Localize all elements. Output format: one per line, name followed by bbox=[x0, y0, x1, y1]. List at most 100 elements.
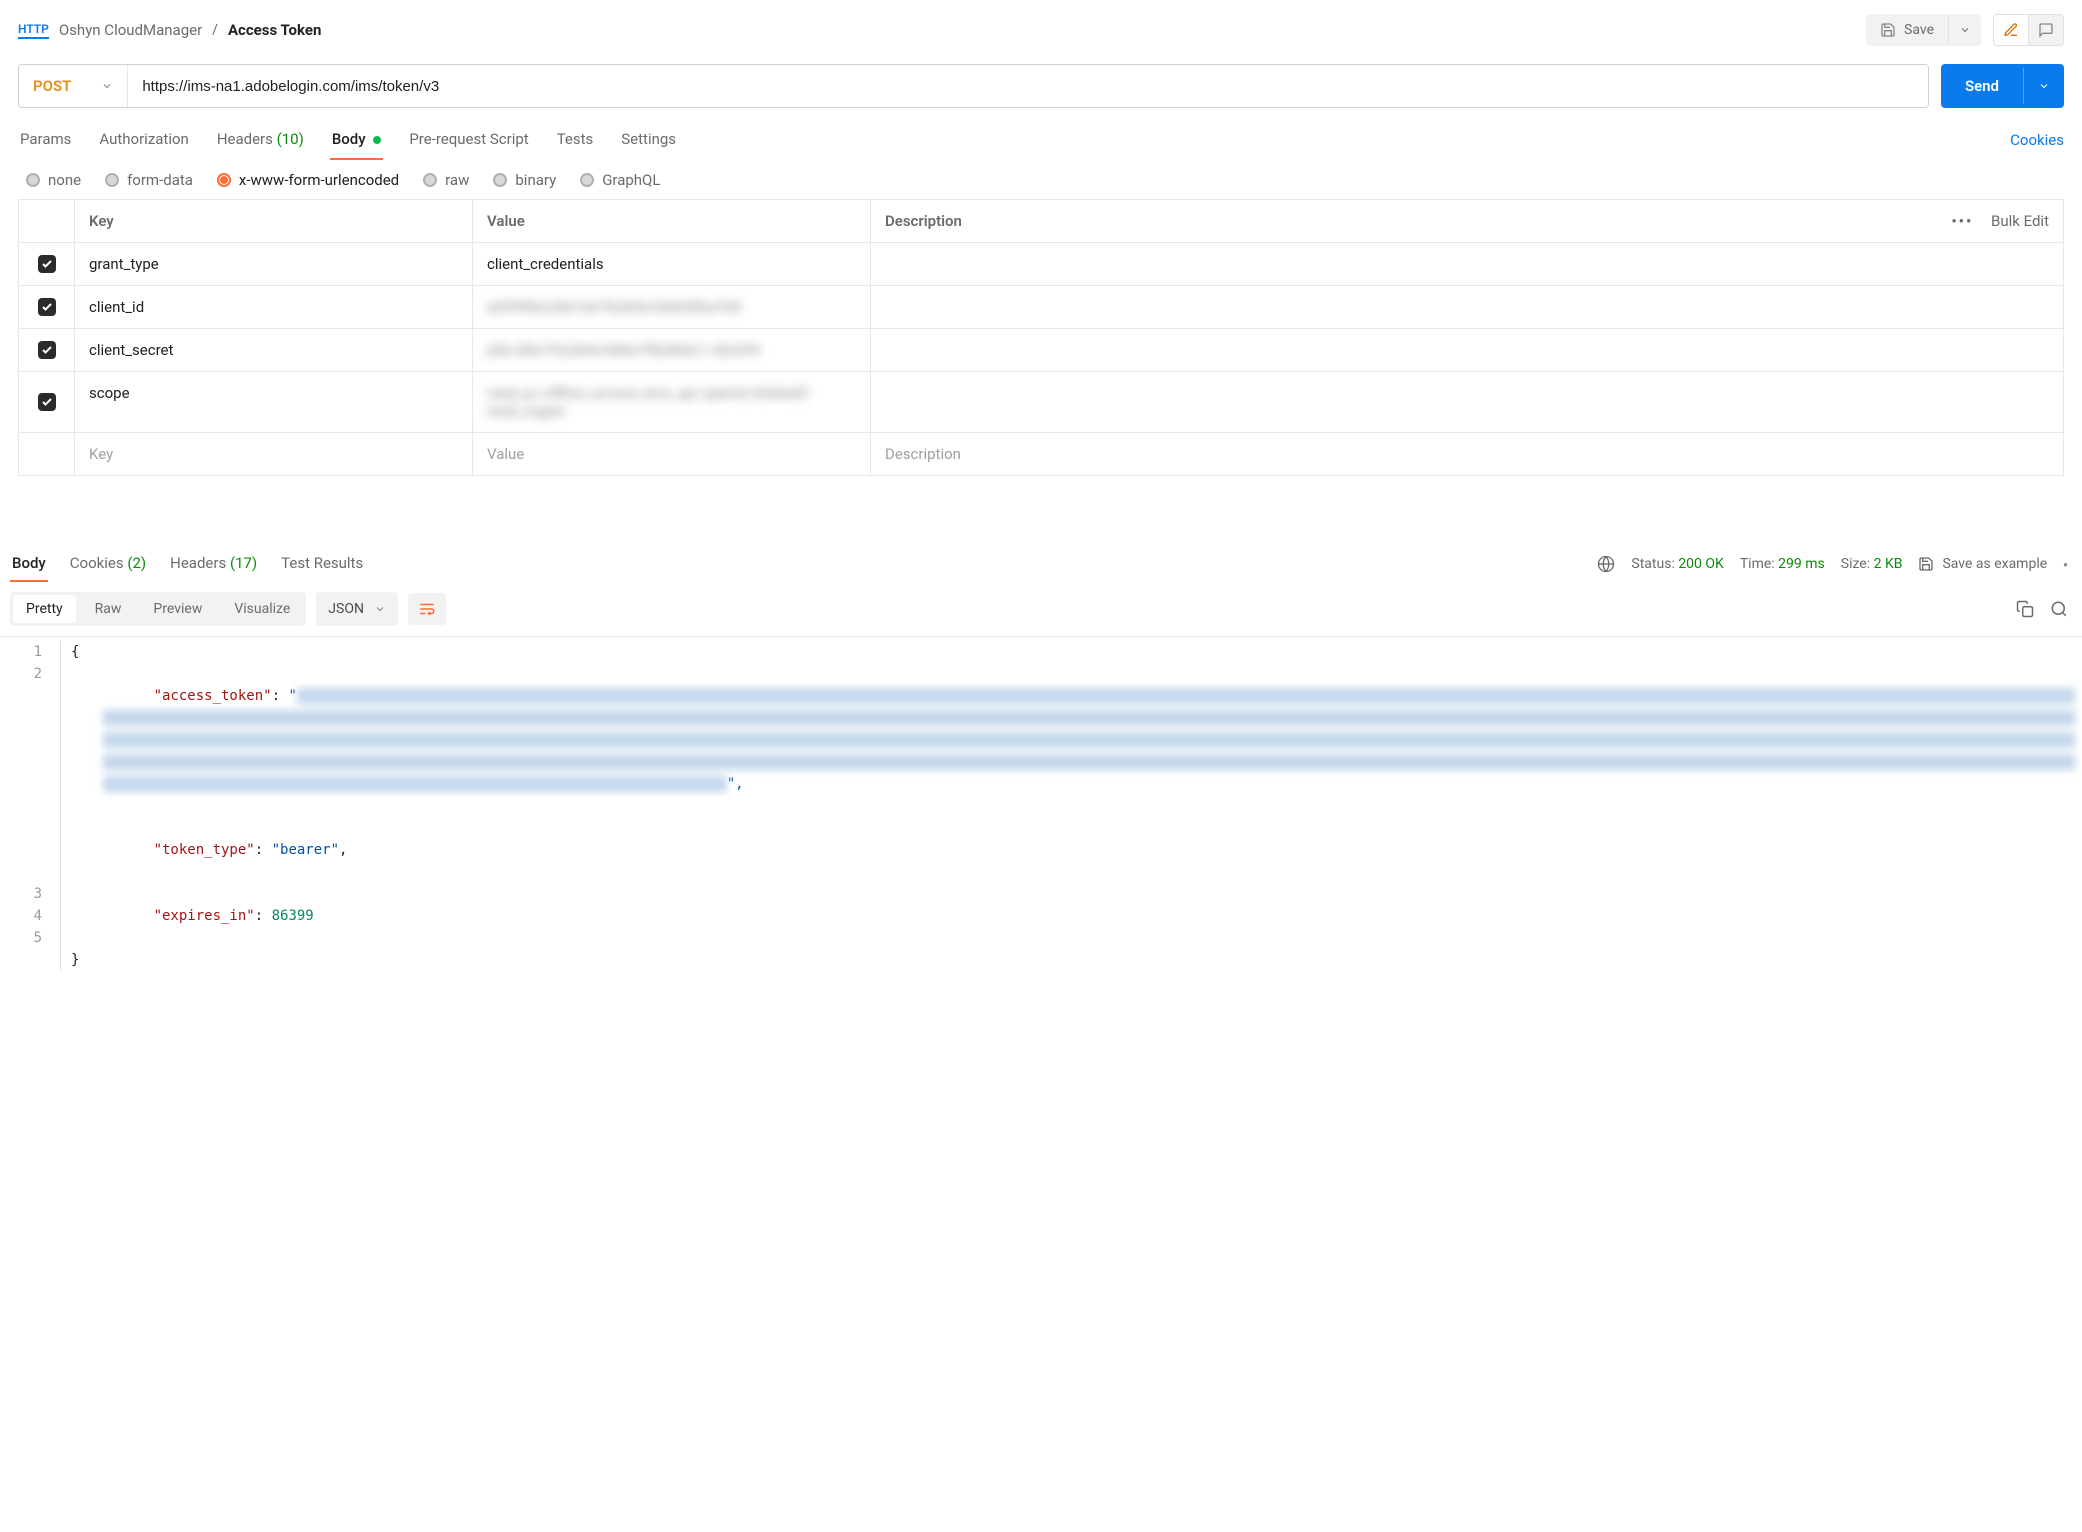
mode-preview[interactable]: Preview bbox=[137, 592, 218, 626]
radio-icon bbox=[217, 173, 231, 187]
cell-description[interactable] bbox=[871, 372, 2063, 432]
search-icon[interactable] bbox=[2050, 600, 2068, 618]
resp-tab-body[interactable]: Body bbox=[10, 546, 48, 582]
resp-tab-cookies-label: Cookies bbox=[70, 554, 124, 572]
cell-key[interactable]: client_secret bbox=[75, 329, 473, 371]
row-checkbox[interactable] bbox=[38, 298, 56, 316]
save-dropdown[interactable] bbox=[1948, 16, 1981, 44]
wrap-lines-button[interactable] bbox=[408, 593, 446, 625]
save-button[interactable]: Save bbox=[1866, 14, 1948, 46]
row-checkbox[interactable] bbox=[38, 255, 56, 273]
col-key: Key bbox=[75, 200, 473, 242]
check-icon bbox=[41, 258, 53, 270]
breadcrumb: HTTP Oshyn CloudManager / Access Token bbox=[18, 21, 321, 39]
save-example-label: Save as example bbox=[1942, 556, 2047, 572]
send-button-group: Send bbox=[1941, 64, 2064, 108]
tab-tests[interactable]: Tests bbox=[555, 120, 596, 160]
method-select[interactable]: POST bbox=[19, 65, 128, 107]
resp-tab-testresults[interactable]: Test Results bbox=[279, 546, 365, 582]
mode-pretty[interactable]: Pretty bbox=[13, 595, 76, 623]
code-line: "token_type": "bearer", bbox=[71, 817, 2082, 883]
url-bar: POST bbox=[18, 64, 1929, 108]
chevron-down-icon bbox=[101, 80, 113, 92]
resp-tab-headers[interactable]: Headers (17) bbox=[168, 546, 259, 582]
bulk-edit-link[interactable]: Bulk Edit bbox=[1991, 212, 2049, 230]
chevron-down-icon bbox=[1959, 24, 1971, 36]
response-body-viewer[interactable]: 12 345 { "access_token": "eyJhbGciOiJSUz… bbox=[0, 637, 2082, 971]
table-row-new: Key Value Description bbox=[19, 433, 2063, 475]
code-line: "expires_in": 86399 bbox=[71, 883, 2082, 949]
comment-button[interactable] bbox=[2028, 15, 2063, 45]
more-options-icon[interactable]: ••• bbox=[1951, 212, 1973, 230]
mode-raw[interactable]: Raw bbox=[79, 592, 138, 626]
copy-icon[interactable] bbox=[2016, 600, 2034, 618]
radio-label: binary bbox=[515, 171, 556, 189]
radio-icon bbox=[493, 173, 507, 187]
body-type-binary[interactable]: binary bbox=[493, 171, 556, 189]
format-select[interactable]: JSON bbox=[316, 592, 398, 626]
method-label: POST bbox=[33, 77, 71, 95]
breadcrumb-separator: / bbox=[212, 22, 218, 38]
tab-authorization[interactable]: Authorization bbox=[97, 120, 190, 160]
cell-value-placeholder[interactable]: Value bbox=[473, 433, 871, 475]
cookies-link[interactable]: Cookies bbox=[2010, 131, 2064, 149]
redacted-token: eyJhbGciOiJSUzI1NiIsIng1dSI6Imltc19uYTEt… bbox=[103, 688, 2075, 792]
body-type-raw[interactable]: raw bbox=[423, 171, 469, 189]
col-description: Description ••• Bulk Edit bbox=[871, 200, 2063, 242]
breadcrumb-parent[interactable]: Oshyn CloudManager bbox=[59, 21, 202, 39]
tab-params[interactable]: Params bbox=[18, 120, 73, 160]
cell-value[interactable]: p8s-d0e1f2a3b4c5d6e7f8a9b0c1-d2e3f4 bbox=[473, 329, 871, 371]
check-icon bbox=[41, 301, 53, 313]
cell-key[interactable]: client_id bbox=[75, 286, 473, 328]
chevron-down-icon bbox=[374, 603, 386, 615]
save-icon bbox=[1918, 556, 1934, 572]
body-type-formdata[interactable]: form-data bbox=[105, 171, 193, 189]
resp-tab-cookies[interactable]: Cookies (2) bbox=[68, 546, 148, 582]
code-line: } bbox=[71, 949, 2082, 971]
edit-button[interactable] bbox=[1994, 15, 2028, 45]
cell-description[interactable] bbox=[871, 243, 2063, 285]
url-input[interactable] bbox=[128, 65, 1928, 107]
table-row: grant_type client_credentials bbox=[19, 243, 2063, 286]
radio-label: GraphQL bbox=[602, 171, 660, 189]
code-line: "access_token": "eyJhbGciOiJSUzI1NiIsIng… bbox=[71, 663, 2082, 817]
save-icon bbox=[1880, 22, 1896, 38]
tab-body[interactable]: Body bbox=[330, 120, 384, 160]
cell-key-placeholder[interactable]: Key bbox=[75, 433, 473, 475]
breadcrumb-current: Access Token bbox=[228, 21, 321, 39]
cell-value[interactable]: read_pc offline_access ams_api openid Ad… bbox=[473, 372, 871, 432]
tab-prerequest[interactable]: Pre-request Script bbox=[407, 120, 530, 160]
code-line: { bbox=[71, 641, 2082, 663]
mode-visualize[interactable]: Visualize bbox=[218, 592, 306, 626]
cell-description-placeholder[interactable]: Description bbox=[871, 433, 2063, 475]
cell-key[interactable]: scope bbox=[75, 372, 473, 432]
globe-icon[interactable] bbox=[1597, 555, 1615, 573]
tab-settings[interactable]: Settings bbox=[619, 120, 678, 160]
line-numbers: 12 345 bbox=[0, 641, 60, 971]
radio-label: raw bbox=[445, 171, 469, 189]
body-type-urlencoded[interactable]: x-www-form-urlencoded bbox=[217, 171, 399, 189]
edit-comment-group bbox=[1993, 14, 2064, 46]
cell-value[interactable]: a0f3f9b2c8d14e7fa2b9c3d4e5f6a7b8 bbox=[473, 286, 871, 328]
radio-icon bbox=[26, 173, 40, 187]
send-dropdown[interactable] bbox=[2023, 68, 2064, 104]
table-row: client_id a0f3f9b2c8d14e7fa2b9c3d4e5f6a7… bbox=[19, 286, 2063, 329]
status-meta: Status: 200 OK bbox=[1631, 556, 1723, 572]
body-type-none[interactable]: none bbox=[26, 171, 81, 189]
cell-description[interactable] bbox=[871, 286, 2063, 328]
cell-key[interactable]: grant_type bbox=[75, 243, 473, 285]
tab-headers-label: Headers bbox=[217, 130, 273, 148]
resp-tab-headers-count: (17) bbox=[230, 554, 257, 572]
tab-headers[interactable]: Headers (10) bbox=[215, 120, 306, 160]
tab-headers-count: (10) bbox=[277, 130, 304, 148]
row-checkbox[interactable] bbox=[38, 393, 56, 411]
more-dot-icon[interactable]: ● bbox=[2063, 560, 2068, 569]
radio-icon bbox=[423, 173, 437, 187]
row-checkbox[interactable] bbox=[38, 341, 56, 359]
cell-value[interactable]: client_credentials bbox=[473, 243, 871, 285]
check-icon bbox=[41, 396, 53, 408]
cell-description[interactable] bbox=[871, 329, 2063, 371]
send-button[interactable]: Send bbox=[1941, 65, 2023, 107]
body-type-graphql[interactable]: GraphQL bbox=[580, 171, 660, 189]
save-as-example-button[interactable]: Save as example bbox=[1918, 556, 2047, 572]
